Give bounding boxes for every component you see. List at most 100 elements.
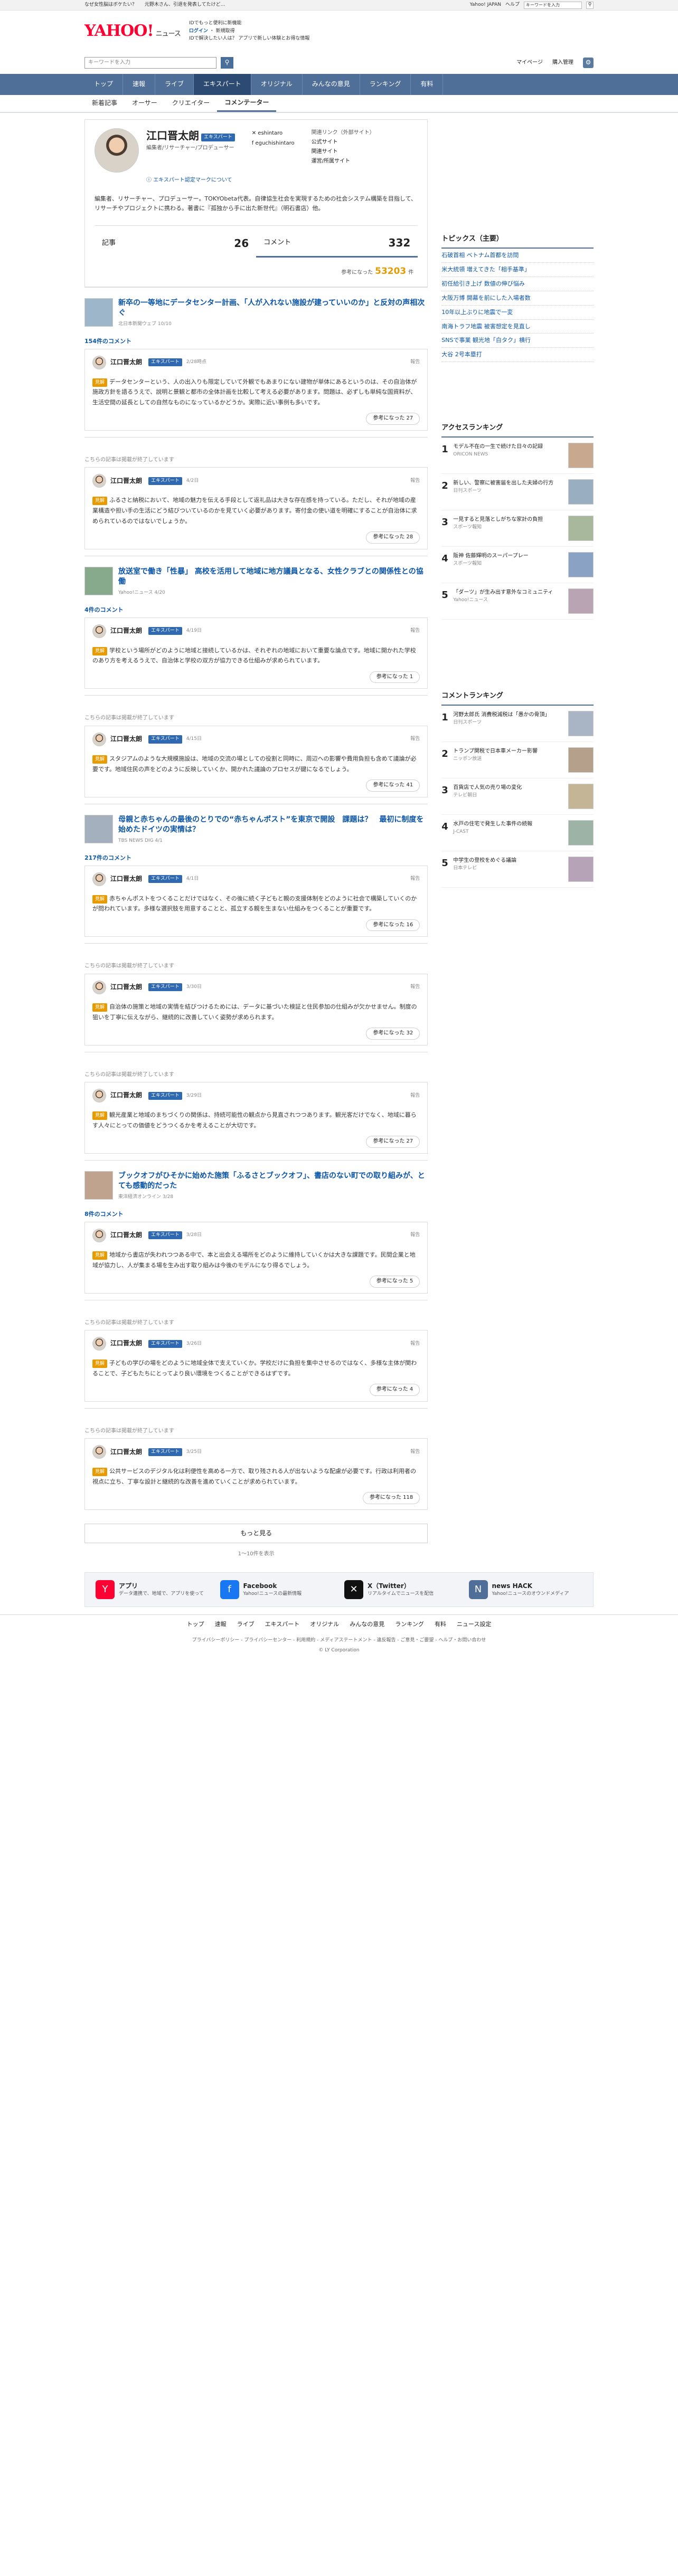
article-title[interactable]: 放送室で働き「性暴」 高校を活用して地域に地方議員となる、女性クラブとの関係性と…	[118, 567, 428, 587]
footer-nav-item[interactable]: トップ	[187, 1620, 204, 1629]
topic-item[interactable]: 米大統領 増えてきた「相手基準」	[441, 263, 594, 277]
articles-tab[interactable]: 記事 26	[95, 226, 256, 258]
ranking-item[interactable]: 5 中学生の登校をめぐる議論 日本テレビ	[441, 851, 594, 888]
commenter-name[interactable]: 江口晋太朗	[110, 735, 142, 744]
footer-x[interactable]: ✕ X（Twitter） リアルタイムでニュースを配信	[344, 1580, 458, 1599]
official-site-link[interactable]: 公式サイト	[312, 138, 375, 147]
gear-icon[interactable]: ⚙	[583, 58, 594, 68]
ranking-title[interactable]: 中学生の登校をめぐる議論	[453, 857, 564, 865]
more-button[interactable]: もっと見る	[84, 1523, 428, 1544]
helpful-button[interactable]: 参考になった 41	[366, 780, 420, 792]
comments-tab[interactable]: コメント 332	[256, 226, 418, 258]
purchase-link[interactable]: 購入管理	[552, 59, 573, 67]
report-link[interactable]: 報告	[410, 478, 420, 484]
footer-nav-item[interactable]: エキスパート	[265, 1620, 300, 1629]
commenter-name[interactable]: 江口晋太朗	[110, 1448, 142, 1457]
footer-legal[interactable]: プライバシーポリシー - プライバシーセンター - 利用規約 - メディアステー…	[0, 1637, 678, 1644]
help-link[interactable]: ヘルプ	[505, 2, 520, 8]
ranking-title[interactable]: トランプ関税で日本車メーカー影響	[453, 747, 564, 756]
report-link[interactable]: 報告	[410, 1232, 420, 1239]
topic-item[interactable]: 南海トラフ地震 被害想定を見直し	[441, 320, 594, 334]
ranking-title[interactable]: 一見すると見落としがちな家計の負担	[453, 516, 564, 524]
footer-nav-item[interactable]: 有料	[435, 1620, 446, 1629]
topic-item[interactable]: 大阪万博 開幕を前にした入場者数	[441, 291, 594, 306]
helpful-button[interactable]: 参考になった 32	[366, 1028, 420, 1040]
search-icon[interactable]: ⚲	[586, 1, 594, 9]
commenter-name[interactable]: 江口晋太朗	[110, 626, 142, 635]
ranking-title[interactable]: モデル不在の一生で続けた日々の記録	[453, 443, 564, 451]
footer-newshack[interactable]: N news HACK Yahoo!ニュースのオウンドメディア	[468, 1580, 583, 1599]
commenter-name[interactable]: 江口晋太朗	[110, 358, 142, 367]
commenter-name[interactable]: 江口晋太朗	[110, 983, 142, 992]
commenter-name[interactable]: 江口晋太朗	[110, 874, 142, 883]
footer-facebook[interactable]: f Facebook Yahoo!ニュースの最新情報	[220, 1580, 334, 1599]
comment-count-link[interactable]: 154件のコメント	[84, 334, 428, 349]
helpful-button[interactable]: 参考になった 27	[366, 413, 420, 425]
footer-app[interactable]: Y アプリ データ連携で、地域で、アプリを使って	[96, 1580, 210, 1599]
yahoo-news-logo[interactable]: YAHOO! ニュース	[84, 20, 181, 43]
ranking-title[interactable]: 水戸の住宅で発生した事件の続報	[453, 820, 564, 829]
helpful-button[interactable]: 参考になった 5	[369, 1276, 420, 1288]
search-input[interactable]: キーワードを入力	[84, 57, 216, 69]
footer-nav-item[interactable]: ランキング	[395, 1620, 424, 1629]
mypage-link[interactable]: マイページ	[516, 59, 543, 67]
gnav-ranking[interactable]: ランキング	[360, 74, 411, 95]
subnav-creator[interactable]: クリエイター	[165, 95, 218, 112]
signup-link[interactable]: 新規取得	[216, 28, 235, 34]
util-search-input[interactable]: キーワードを入力	[524, 1, 582, 9]
subnav-new[interactable]: 新着記事	[84, 95, 125, 112]
article-link[interactable]: 放送室で働き「性暴」 高校を活用して地域に地方議員となる、女性クラブとの関係性と…	[84, 564, 428, 603]
topic-item[interactable]: 10年以上ぶりに地震で一変	[441, 306, 594, 320]
footer-nav-item[interactable]: オリジナル	[310, 1620, 339, 1629]
topic-item[interactable]: 初任給引き上げ 数値の伸び悩み	[441, 277, 594, 291]
report-link[interactable]: 報告	[410, 1341, 420, 1347]
ranking-title[interactable]: 新しい、警察に被害届を出した夫婦の行方	[453, 479, 564, 488]
expert-mark-link[interactable]: ⓘ エキスパート認定マークについて	[146, 177, 418, 185]
search-button[interactable]: ⚲	[221, 57, 233, 69]
related-site-link[interactable]: 関連サイト	[312, 147, 375, 157]
topic-item[interactable]: 大谷 2号本塁打	[441, 348, 594, 363]
commenter-name[interactable]: 江口晋太朗	[110, 1091, 142, 1100]
ranking-item[interactable]: 3 百貨店で人気の売り場の変化 テレビ朝日	[441, 778, 594, 815]
ranking-title[interactable]: 阪神 佐藤輝明のスーパープレー	[453, 552, 564, 560]
ranking-item[interactable]: 3 一見すると見落としがちな家計の負担 スポーツ報知	[441, 510, 594, 547]
ranking-item[interactable]: 2 トランプ関税で日本車メーカー影響 ニッポン放送	[441, 742, 594, 779]
footer-nav-item[interactable]: ニュース設定	[457, 1620, 491, 1629]
gnav-top[interactable]: トップ	[84, 74, 124, 95]
ranking-item[interactable]: 1 河野太郎氏 消費税減税は「愚かの骨頂」 日刊スポーツ	[441, 706, 594, 743]
report-link[interactable]: 報告	[410, 736, 420, 743]
report-link[interactable]: 報告	[410, 1092, 420, 1099]
ranking-item[interactable]: 4 水戸の住宅で発生した事件の続報 J-CAST	[441, 815, 594, 852]
comment-count-link[interactable]: 8件のコメント	[84, 1207, 428, 1222]
report-link[interactable]: 報告	[410, 628, 420, 634]
article-link[interactable]: 新卒の一等地にデータセンター計画、「人が入れない施設が建っていいのか」と反対の声…	[84, 295, 428, 334]
commenter-name[interactable]: 江口晋太朗	[110, 1231, 142, 1240]
comment-count-link[interactable]: 217件のコメント	[84, 851, 428, 866]
commenter-name[interactable]: 江口晋太朗	[110, 1339, 142, 1348]
footer-nav-item[interactable]: 速報	[215, 1620, 227, 1629]
commenter-name[interactable]: 江口晋太朗	[110, 477, 142, 486]
login-link[interactable]: ログイン	[189, 28, 208, 34]
report-link[interactable]: 報告	[410, 359, 420, 366]
ranking-item[interactable]: 4 阪神 佐藤輝明のスーパープレー スポーツ報知	[441, 547, 594, 584]
gnav-original[interactable]: オリジナル	[251, 74, 303, 95]
comment-count-link[interactable]: 4件のコメント	[84, 603, 428, 617]
helpful-button[interactable]: 参考になった 28	[366, 531, 420, 544]
gnav-breaking[interactable]: 速報	[123, 74, 156, 95]
footer-nav-item[interactable]: みんなの意見	[350, 1620, 384, 1629]
yahoo-japan-link[interactable]: Yahoo! JAPAN	[470, 2, 501, 8]
article-link[interactable]: 母親と赤ちゃんの最後のとりでの“赤ちゃんポスト”を東京で開設 課題は？ 最初に制…	[84, 812, 428, 851]
report-link[interactable]: 報告	[410, 876, 420, 882]
org-site-link[interactable]: 運営/所属サイト	[312, 157, 375, 166]
ranking-item[interactable]: 2 新しい、警察に被害届を出した夫婦の行方 日刊スポーツ	[441, 474, 594, 511]
article-link[interactable]: ブックオフがひそかに始めた施策「ふるさとブックオフ」、書店のない町での取り組みが…	[84, 1168, 428, 1207]
report-link[interactable]: 報告	[410, 1449, 420, 1456]
footer-nav-item[interactable]: ライブ	[237, 1620, 255, 1629]
ranking-title[interactable]: 河野太郎氏 消費税減税は「愚かの骨頂」	[453, 711, 564, 719]
util-link-1[interactable]: なぜ女性脳はボケたい？	[84, 2, 137, 7]
helpful-button[interactable]: 参考になった 4	[369, 1384, 420, 1396]
helpful-button[interactable]: 参考になった 118	[363, 1492, 420, 1504]
ranking-item[interactable]: 1 モデル不在の一生で続けた日々の記録 ORICON NEWS	[441, 438, 594, 474]
subnav-commentator[interactable]: コメンテーター	[217, 95, 277, 112]
topic-item[interactable]: SNSで事業 観光地「白タク」横行	[441, 334, 594, 348]
